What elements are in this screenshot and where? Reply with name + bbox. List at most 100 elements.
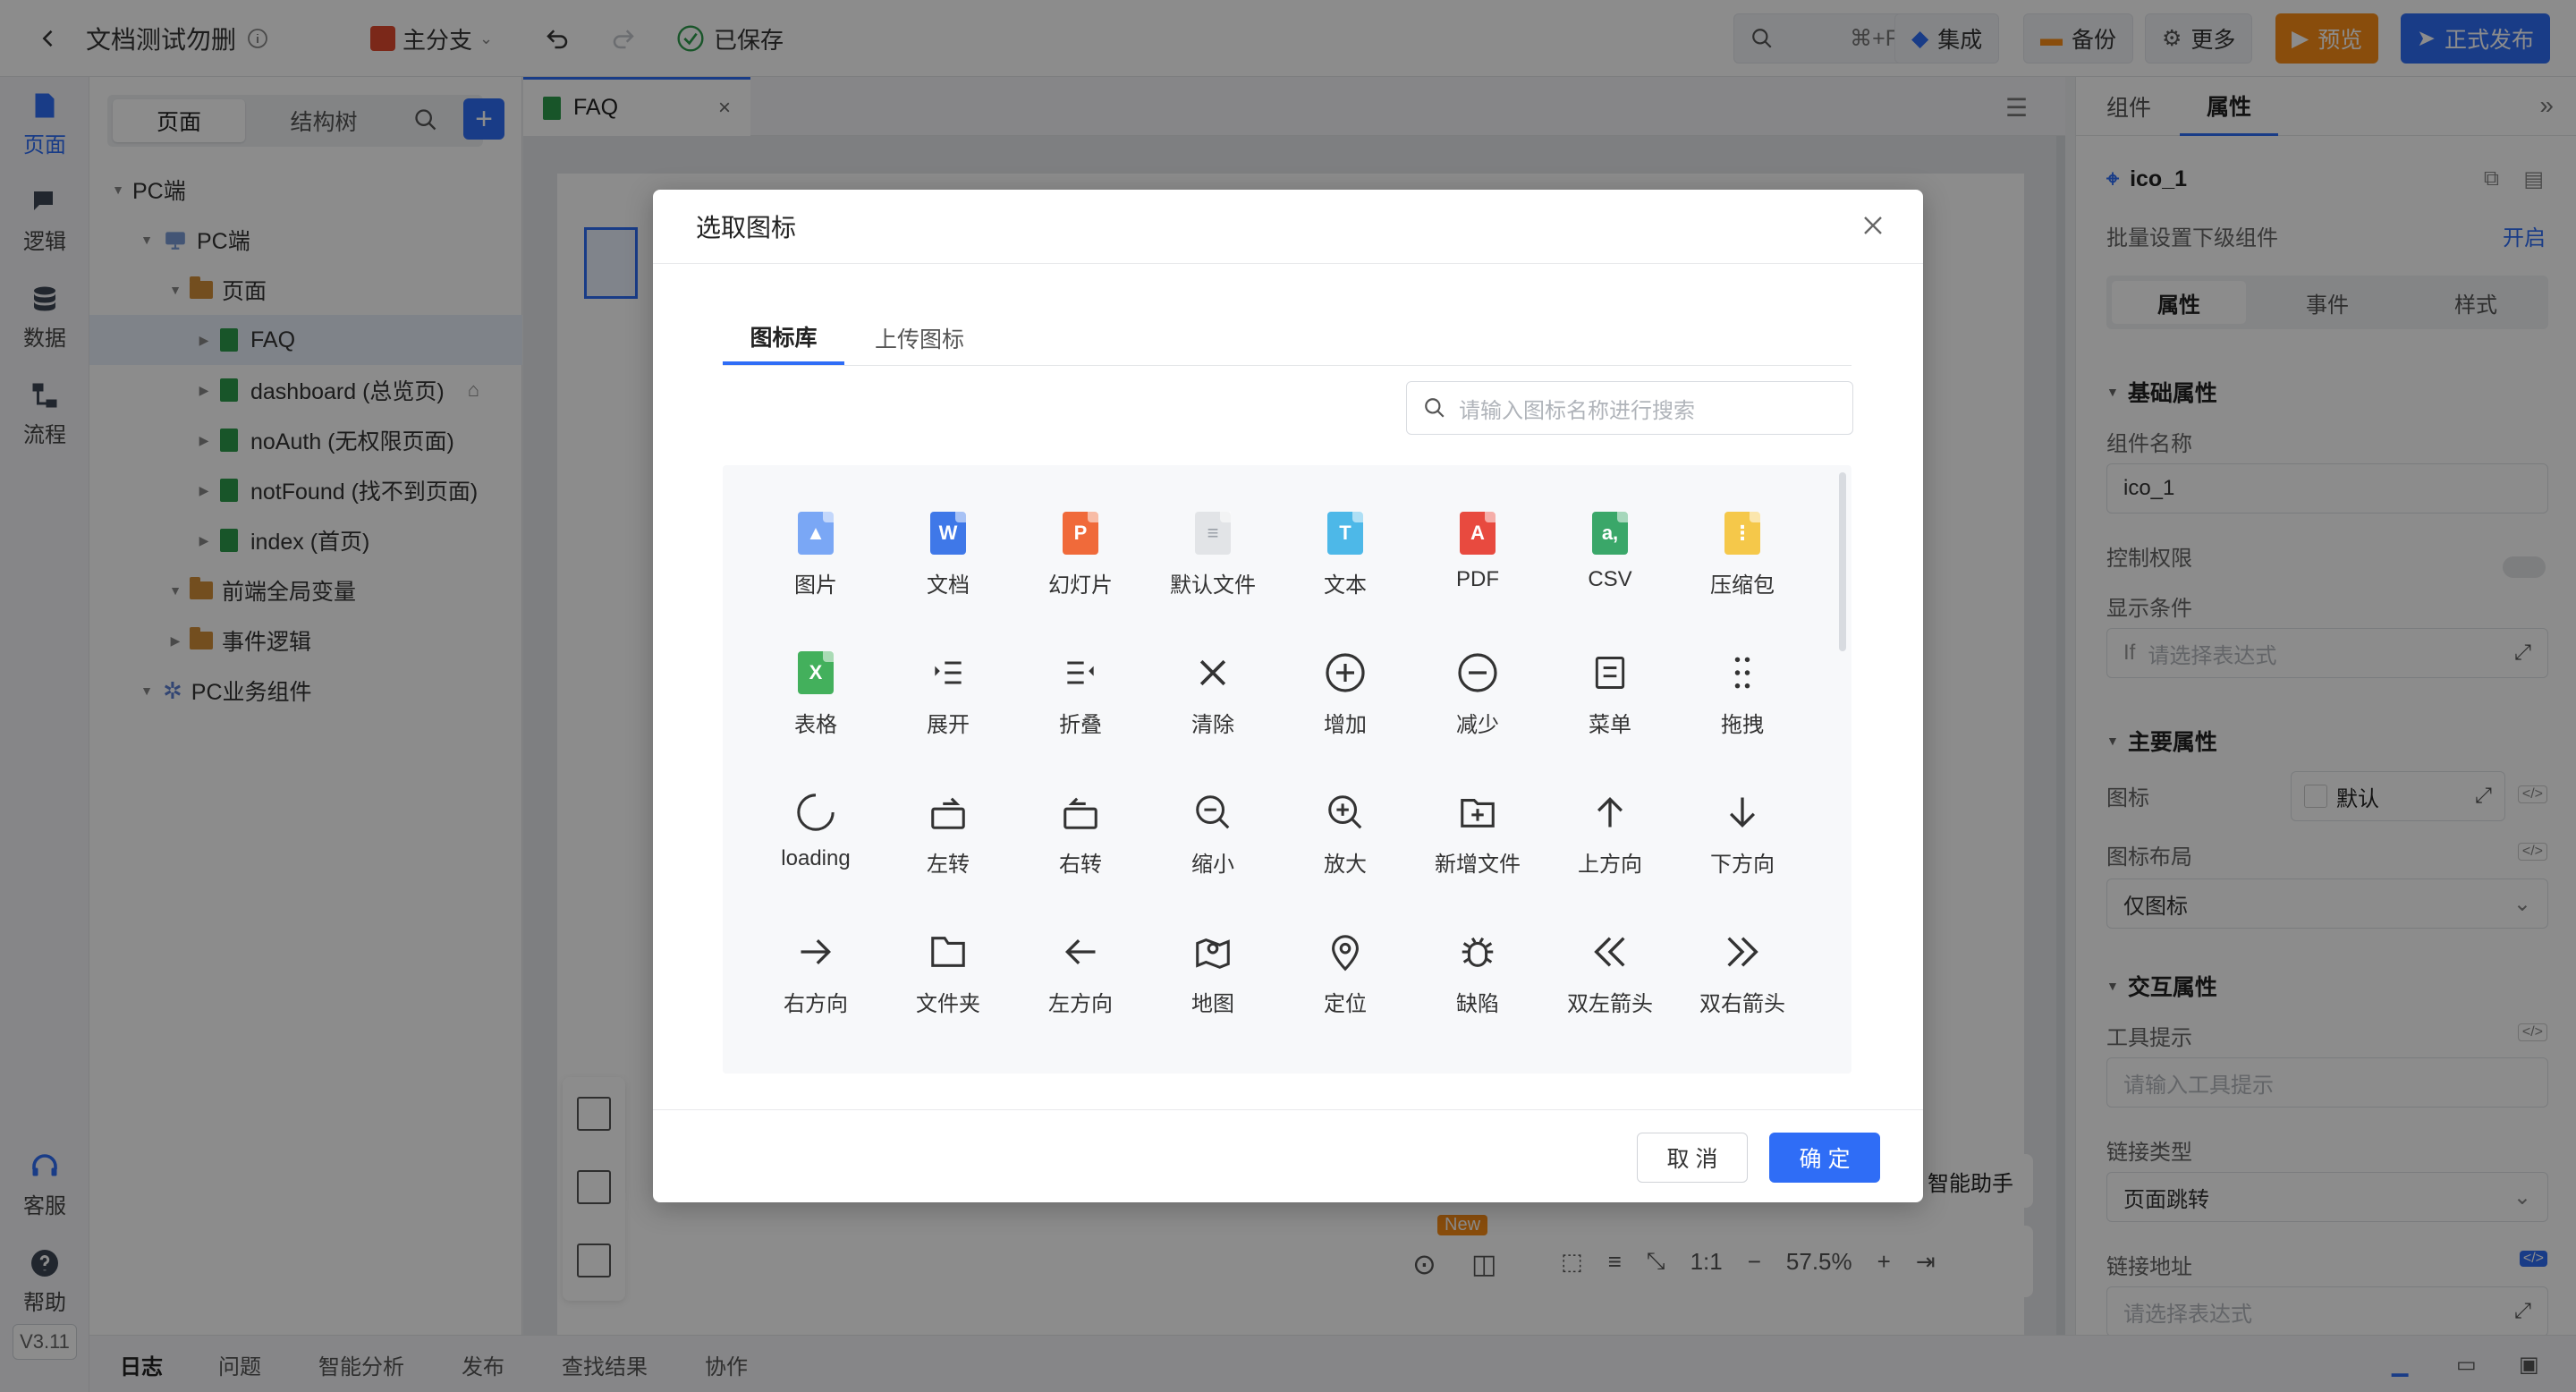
icon-option-clear[interactable]: 清除	[1147, 605, 1279, 739]
grid-scrollbar[interactable]	[1839, 472, 1846, 651]
icon-option-label: loading	[781, 846, 851, 870]
icon-option-text[interactable]: T 文本	[1279, 465, 1411, 599]
icon-option-double-right[interactable]: 双右箭头	[1676, 884, 1809, 1018]
icon-option-image[interactable]: ▲ 图片	[750, 465, 882, 599]
clear-icon	[1199, 659, 1226, 686]
folder-icon	[931, 937, 965, 967]
word-file-icon: W	[930, 512, 966, 555]
icon-option-label: 新增文件	[1435, 853, 1521, 877]
icon-option-arrow-left[interactable]: 左方向	[1014, 884, 1147, 1018]
zoom-in-icon	[1328, 795, 1362, 829]
icon-grid: ▲ 图片 W 文档 P 幻灯片 ≡ 默认文件 T 文本 A PDF a, CSV…	[723, 465, 1852, 1074]
arrow-right-icon	[801, 938, 832, 965]
icon-option-rotate-left[interactable]: 左转	[882, 744, 1014, 878]
icon-option-label: 展开	[927, 713, 970, 737]
arrow-left-icon	[1064, 938, 1096, 965]
icon-option-loading[interactable]: loading	[750, 744, 882, 878]
icon-option-arrow-down[interactable]: 下方向	[1676, 744, 1809, 878]
pdf-file-icon: A	[1460, 512, 1496, 555]
icon-option-map[interactable]: 地图	[1147, 884, 1279, 1018]
icon-option-label: 清除	[1191, 713, 1234, 737]
icon-option-label: 缩小	[1191, 853, 1234, 877]
icon-option-drag[interactable]: 拖拽	[1676, 605, 1809, 739]
tab-icon-library[interactable]: 图标库	[723, 311, 844, 365]
icon-option-label: 文本	[1324, 573, 1367, 598]
expand-icon	[935, 661, 962, 684]
icon-option-arrow-right[interactable]: 右方向	[750, 884, 882, 1018]
icon-option-excel[interactable]: X 表格	[750, 605, 882, 739]
divider	[653, 1109, 1923, 1110]
drag-icon	[1734, 657, 1750, 689]
icon-option-label: 双右箭头	[1699, 992, 1785, 1016]
icon-option-label: 图片	[794, 573, 837, 598]
tab-upload-icon[interactable]: 上传图标	[859, 311, 980, 365]
icon-option-label: 左方向	[1048, 992, 1113, 1016]
text-file-icon: T	[1327, 512, 1363, 555]
icon-option-arrow-up[interactable]: 上方向	[1544, 744, 1676, 878]
arrow-down-icon	[1729, 797, 1756, 828]
icon-option-label: 文件夹	[916, 992, 980, 1016]
icon-option-word[interactable]: W 文档	[882, 465, 1014, 599]
icon-option-zoom-in[interactable]: 放大	[1279, 744, 1411, 878]
image-file-icon: ▲	[798, 512, 834, 555]
icon-option-label: 表格	[794, 713, 837, 737]
icon-option-rotate-right[interactable]: 右转	[1014, 744, 1147, 878]
icon-option-zip[interactable]: ⋮ 压缩包	[1676, 465, 1809, 599]
icon-option-zoom-out[interactable]: 缩小	[1147, 744, 1279, 878]
minus-circle-icon	[1458, 653, 1497, 692]
rotate-right-icon	[1063, 797, 1097, 829]
cancel-button[interactable]: 取 消	[1637, 1133, 1748, 1183]
icon-option-expand[interactable]: 展开	[882, 605, 1014, 739]
icon-option-label: 缺陷	[1456, 992, 1499, 1016]
icon-option-label: 菜单	[1589, 713, 1631, 737]
icon-option-location[interactable]: 定位	[1279, 884, 1411, 1018]
icon-option-new-folder[interactable]: 新增文件	[1411, 744, 1544, 878]
close-icon[interactable]	[1857, 209, 1889, 242]
icon-option-label: 幻灯片	[1048, 573, 1113, 598]
icon-option-label: 增加	[1324, 713, 1367, 737]
icon-option-label: 下方向	[1710, 853, 1775, 877]
icon-option-label: 压缩包	[1710, 573, 1775, 598]
icon-option-label: 折叠	[1059, 713, 1102, 737]
dialog-title: 选取图标	[696, 214, 797, 242]
rotate-left-icon	[931, 797, 965, 829]
excel-file-icon: X	[798, 651, 834, 694]
icon-option-label: 文档	[927, 573, 970, 598]
icon-option-folder[interactable]: 文件夹	[882, 884, 1014, 1018]
icon-option-label: 上方向	[1578, 853, 1642, 877]
icon-option-default-file[interactable]: ≡ 默认文件	[1147, 465, 1279, 599]
icon-option-ppt[interactable]: P 幻灯片	[1014, 465, 1147, 599]
icon-picker-dialog: 选取图标 图标库 上传图标 请输入图标名称进行搜索 ▲ 图片 W 文档 P 幻灯…	[653, 190, 1923, 1202]
default-file-icon: ≡	[1195, 512, 1231, 555]
icon-option-label: 双左箭头	[1567, 992, 1653, 1016]
icon-option-label: 右方向	[784, 992, 848, 1016]
icon-option-label: PDF	[1456, 567, 1499, 591]
zip-file-icon: ⋮	[1724, 512, 1760, 555]
icon-option-csv[interactable]: a, CSV	[1544, 465, 1676, 599]
icon-option-label: 拖拽	[1721, 713, 1764, 737]
icon-option-menu[interactable]: 菜单	[1544, 605, 1676, 739]
icon-option-label: CSV	[1588, 567, 1632, 591]
icon-option-minus[interactable]: 减少	[1411, 605, 1544, 739]
new-folder-icon	[1461, 799, 1495, 828]
confirm-button[interactable]: 确 定	[1769, 1133, 1880, 1183]
csv-file-icon: a,	[1592, 512, 1628, 555]
icon-option-bug[interactable]: 缺陷	[1411, 884, 1544, 1018]
icon-option-label: 放大	[1324, 853, 1367, 877]
loading-icon	[797, 794, 835, 831]
icon-option-collapse[interactable]: 折叠	[1014, 605, 1147, 739]
search-icon	[1425, 398, 1445, 418]
icon-option-pdf[interactable]: A PDF	[1411, 465, 1544, 599]
icon-option-label: 地图	[1191, 992, 1234, 1016]
icon-option-add[interactable]: 增加	[1279, 605, 1411, 739]
search-placeholder: 请输入图标名称进行搜索	[1459, 398, 1695, 423]
zoom-out-icon	[1196, 795, 1230, 829]
ppt-file-icon: P	[1063, 512, 1098, 555]
icon-search-input[interactable]: 请输入图标名称进行搜索	[1406, 381, 1853, 435]
collapse-icon	[1067, 661, 1094, 684]
icon-option-label: 减少	[1456, 713, 1499, 737]
icon-option-label: 默认文件	[1170, 573, 1256, 598]
icon-option-double-left[interactable]: 双左箭头	[1544, 884, 1676, 1018]
map-icon	[1196, 938, 1230, 969]
icon-option-label: 定位	[1324, 992, 1367, 1016]
